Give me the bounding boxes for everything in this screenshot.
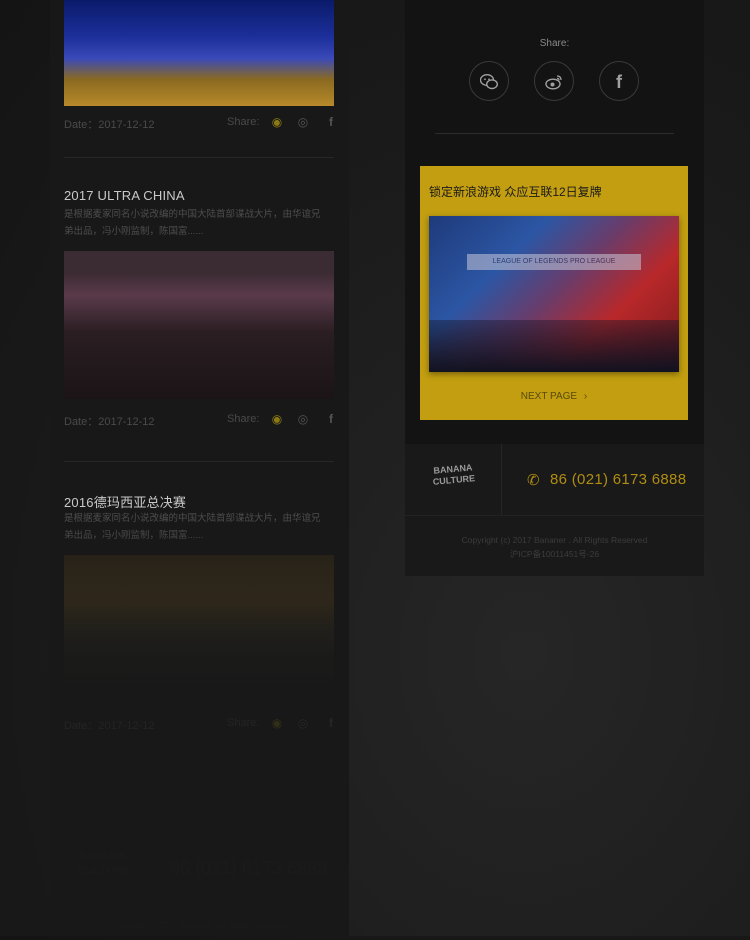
promo-card[interactable]: 锁定新浪游戏 众应互联12日复牌 LEAGUE OF LEGENDS PRO L… (420, 166, 688, 420)
weibo-icon[interactable]: ◎ (296, 716, 310, 730)
promo-title[interactable]: 锁定新浪游戏 众应互联12日复牌 (429, 183, 602, 200)
wechat-icon[interactable]: ◉ (270, 115, 284, 129)
post-image-demacia[interactable] (64, 555, 334, 707)
fade-overlay (50, 0, 349, 936)
next-page-button[interactable]: NEXT PAGE › (420, 391, 688, 402)
wechat-icon (479, 73, 499, 89)
footer: BANANA CULTURE ✆ 86 (021) 6173 6888 Copy… (405, 444, 704, 576)
weibo-icon (545, 75, 562, 90)
next-page-label: NEXT PAGE (520, 391, 578, 402)
facebook-icon[interactable]: f (324, 115, 338, 129)
copyright-line: Copyright (c) 2017 Bananer . All Rights … (461, 535, 648, 545)
footer-logo: BANANA CULTURE (78, 851, 130, 877)
footer-copyright: Copyright (c) 2017 Bananer . All Rights … (50, 912, 349, 936)
promo-image[interactable]: LEAGUE OF LEGENDS PRO LEAGUE (429, 216, 679, 372)
chevron-right-icon: › (583, 391, 588, 402)
footer-divider (405, 515, 704, 516)
left-column: Date：2017-12-12 Share: ◉ ◎ f 2017 ULTRA … (50, 0, 349, 936)
share-divider (435, 133, 674, 134)
phone-icon: ✆ (527, 472, 540, 489)
share-label: Share: (539, 38, 570, 49)
share-label: Share: (227, 116, 260, 128)
facebook-icon[interactable]: f (324, 412, 338, 426)
post-date: Date：2017-12-12 (64, 119, 155, 131)
wechat-icon[interactable]: ◉ (270, 412, 284, 426)
promo-image-caption: LEAGUE OF LEGENDS PRO LEAGUE (467, 254, 641, 270)
promo-image-crowd (429, 320, 679, 372)
wechat-icon[interactable]: ◉ (270, 716, 284, 730)
share-label: Share: (227, 413, 260, 425)
facebook-icon: f (616, 72, 622, 92)
weibo-icon[interactable]: ◎ (296, 412, 310, 426)
share-label: Share: (227, 717, 260, 729)
post-description: 是根据麦家同名小说改编的中国大陆首部谍战大片，由华谊兄弟出品，冯小刚监制，陈国富… (64, 209, 321, 237)
weibo-icon[interactable]: ◎ (296, 115, 310, 129)
banana-culture-logo[interactable]: BANANA CULTURE (428, 462, 481, 500)
post-date: Date：2017-12-12 (64, 720, 155, 732)
post-title[interactable]: 2017 ULTRA CHINA (64, 188, 185, 203)
post-date: Date：2017-12-12 (64, 416, 155, 428)
post-meta: Date：2017-12-12 Share: ◉ ◎ f (64, 412, 334, 429)
post-title[interactable]: 2016德玛西亚总决赛 (64, 492, 186, 511)
footer-phone: 86 (021) 6173 6888 (170, 858, 328, 878)
right-column: Share: f 锁定新浪游戏 众应互联12日复牌 LEAGUE OF LEGE… (405, 0, 704, 444)
footer-copyright: Copyright (c) 2017 Bananer . All Rights … (405, 533, 704, 561)
post-meta: Date：2017-12-12 Share: ◉ ◎ f (64, 716, 334, 733)
wechat-share-button[interactable] (469, 61, 509, 101)
facebook-share-button[interactable]: f (599, 61, 639, 101)
icp-line: 沪ICP备10011451号-26 (509, 549, 600, 559)
post-divider (64, 157, 334, 158)
post-image-ultra[interactable] (64, 251, 334, 399)
footer-phone[interactable]: 86 (021) 6173 6888 (550, 471, 686, 488)
post-divider (64, 461, 334, 462)
weibo-share-button[interactable] (534, 61, 574, 101)
post-description: 是根据麦家同名小说改编的中国大陆首部谍战大片，由华谊兄弟出品，冯小刚监制，陈国富… (64, 513, 321, 541)
post-image-legends[interactable] (64, 0, 334, 106)
facebook-icon[interactable]: f (324, 716, 338, 730)
post-meta: Date：2017-12-12 Share: ◉ ◎ f (64, 115, 334, 132)
footer-separator (501, 444, 502, 516)
